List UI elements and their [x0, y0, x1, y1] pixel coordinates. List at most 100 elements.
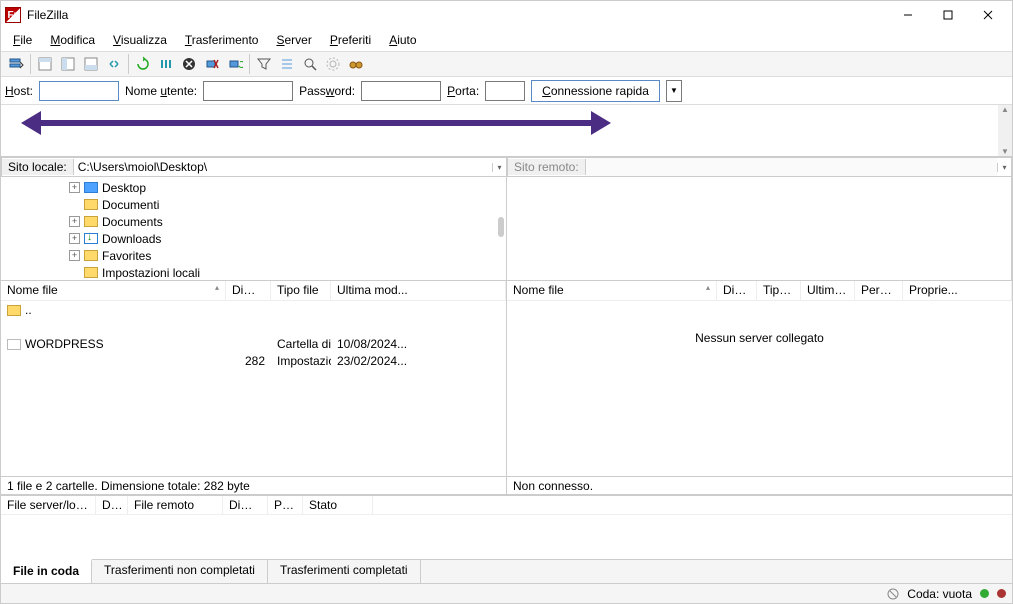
- host-label: Host:: [5, 84, 33, 98]
- quickconnect-dropdown[interactable]: ▼: [666, 80, 682, 102]
- col-stato[interactable]: Stato: [303, 496, 373, 514]
- minimize-button[interactable]: [888, 1, 928, 29]
- col-remote[interactable]: File remoto: [128, 496, 223, 514]
- queue-body[interactable]: [1, 515, 1012, 559]
- queue-status-icon: [887, 588, 899, 600]
- filter-button[interactable]: [253, 53, 275, 75]
- local-file-body[interactable]: .. WORDPRESS Cartella di file 10/08/2024…: [1, 301, 506, 476]
- compare-button[interactable]: [276, 53, 298, 75]
- tree-label: Downloads: [102, 232, 161, 246]
- tree-node[interactable]: Documenti: [1, 196, 506, 213]
- col-owner[interactable]: Proprie...: [903, 281, 1012, 300]
- col-name[interactable]: Nome file▴: [1, 281, 226, 300]
- tree-node[interactable]: Impostazioni locali: [1, 264, 506, 280]
- maximize-icon: [943, 10, 953, 20]
- server-icon: [8, 56, 24, 72]
- toggle-log-button[interactable]: [34, 53, 56, 75]
- disconnect-button[interactable]: [201, 53, 223, 75]
- remote-tree: [507, 177, 1012, 280]
- tab-failed[interactable]: Trasferimenti non completati: [92, 560, 268, 583]
- remote-site-label: Sito remoto:: [508, 159, 586, 175]
- compare-icon: [279, 56, 295, 72]
- tree-node[interactable]: +Documents: [1, 213, 506, 230]
- disconnect-icon: [204, 56, 220, 72]
- remote-file-list: Nome file▴ Dime... Tipo file Ultima m...…: [507, 281, 1012, 494]
- col-prio[interactable]: Prio...: [268, 496, 303, 514]
- menu-trasferimento[interactable]: Trasferimento: [177, 31, 267, 49]
- host-input[interactable]: [39, 81, 119, 101]
- quickconnect-button[interactable]: Connessione rapida: [531, 80, 660, 102]
- col-mod[interactable]: Ultima m...: [801, 281, 855, 300]
- folder-icon: [84, 250, 98, 261]
- local-path-input[interactable]: [74, 158, 492, 176]
- settings-button[interactable]: [322, 53, 344, 75]
- search-icon: [302, 56, 318, 72]
- toggle-tree-button[interactable]: [57, 53, 79, 75]
- tree-node[interactable]: +Favorites: [1, 247, 506, 264]
- tree-node[interactable]: +Desktop: [1, 179, 506, 196]
- site-manager-button[interactable]: [5, 53, 27, 75]
- log-scrollbar[interactable]: ▲▼: [998, 105, 1012, 156]
- menu-aiuto[interactable]: Aiuto: [381, 31, 424, 49]
- file-row[interactable]: WORDPRESS Cartella di file 10/08/2024...: [1, 335, 506, 352]
- col-type[interactable]: Tipo file: [757, 281, 801, 300]
- col-mod[interactable]: Ultima mod...: [331, 281, 506, 300]
- refresh-button[interactable]: [132, 53, 154, 75]
- cancel-button[interactable]: [178, 53, 200, 75]
- tab-done[interactable]: Trasferimenti completati: [268, 560, 421, 583]
- toggle-queue-button[interactable]: [80, 53, 102, 75]
- tree-label: Impostazioni locali: [102, 266, 200, 280]
- annotation-arrow: [21, 105, 611, 141]
- menu-server[interactable]: Server: [268, 31, 319, 49]
- user-label: Nome utente:: [125, 84, 197, 98]
- close-icon: [983, 10, 993, 20]
- col-size[interactable]: Dimen...: [226, 281, 271, 300]
- menu-preferiti[interactable]: Preferiti: [322, 31, 379, 49]
- close-button[interactable]: [968, 1, 1008, 29]
- menu-modifica[interactable]: Modifica: [42, 31, 103, 49]
- pass-input[interactable]: [361, 81, 441, 101]
- reconnect-icon: [227, 56, 243, 72]
- reconnect-button[interactable]: [224, 53, 246, 75]
- tree-scrollbar[interactable]: [498, 217, 504, 237]
- sync-browse-button[interactable]: [103, 53, 125, 75]
- file-lists: Nome file▴ Dimen... Tipo file Ultima mod…: [1, 281, 1012, 495]
- local-path-dropdown[interactable]: ▾: [492, 163, 506, 172]
- sort-icon: ▴: [215, 283, 219, 292]
- remote-file-body: Nessun server collegato: [507, 301, 1012, 476]
- process-queue-button[interactable]: [155, 53, 177, 75]
- toolbar: [1, 51, 1012, 77]
- statusbar: Coda: vuota: [1, 583, 1012, 603]
- menu-file[interactable]: File: [5, 31, 40, 49]
- search-button[interactable]: [299, 53, 321, 75]
- file-row-parent[interactable]: ..: [1, 301, 506, 318]
- tree-node[interactable]: +Downloads: [1, 230, 506, 247]
- local-tree[interactable]: +Desktop Documenti +Documents +Downloads…: [1, 177, 507, 280]
- user-input[interactable]: [203, 81, 293, 101]
- remote-path-dropdown[interactable]: ▾: [997, 163, 1011, 172]
- col-name[interactable]: Nome file▴: [507, 281, 717, 300]
- refresh-icon: [135, 56, 151, 72]
- sync-icon: [106, 56, 122, 72]
- maximize-button[interactable]: [928, 1, 968, 29]
- binoculars-button[interactable]: [345, 53, 367, 75]
- queue-header: File server/locale Dire... File remoto D…: [1, 495, 1012, 515]
- col-perm[interactable]: Perme...: [855, 281, 903, 300]
- pass-label: Password:: [299, 84, 355, 98]
- tree-icon: [60, 56, 76, 72]
- local-status: 1 file e 2 cartelle. Dimensione totale: …: [1, 476, 506, 494]
- col-type[interactable]: Tipo file: [271, 281, 331, 300]
- remote-status: Non connesso.: [507, 476, 1012, 494]
- menu-visualizza[interactable]: Visualizza: [105, 31, 175, 49]
- folder-icon: [84, 216, 98, 227]
- file-row[interactable]: 282 Impostazio... 23/02/2024...: [1, 352, 506, 369]
- tab-queue[interactable]: File in coda: [1, 559, 92, 583]
- col-server[interactable]: File server/locale: [1, 496, 96, 514]
- folder-icon: [7, 339, 21, 350]
- log-pane[interactable]: ▲▼: [1, 105, 1012, 157]
- col-size[interactable]: Dime...: [717, 281, 757, 300]
- app-icon: Fz: [5, 7, 21, 23]
- col-qsize[interactable]: Dimen...: [223, 496, 268, 514]
- port-input[interactable]: [485, 81, 525, 101]
- col-dir[interactable]: Dire...: [96, 496, 128, 514]
